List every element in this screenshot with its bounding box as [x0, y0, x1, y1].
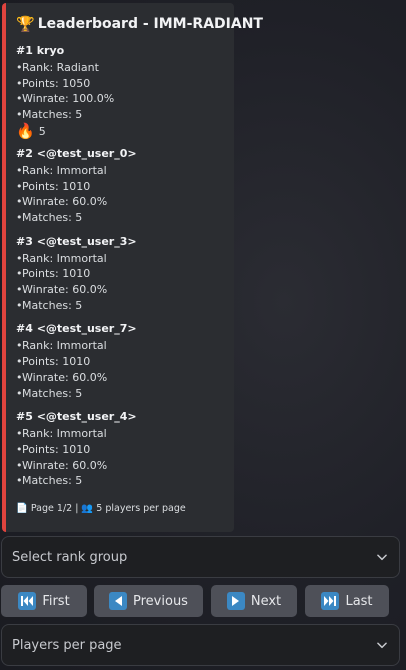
player-stat: •Points: 1050	[16, 76, 91, 90]
first-page-button[interactable]: First	[1, 585, 87, 617]
player-points: Points: 1010	[22, 442, 91, 456]
player-entry-3: #3 <@test_user_3> •Rank: Immortal •Point…	[16, 234, 224, 314]
player-winrate: Winrate: 60.0%	[22, 458, 108, 472]
pagination-buttons: First Previous Next Last	[1, 585, 403, 617]
player-rank: Rank: Immortal	[22, 163, 107, 177]
player-matches: Matches: 5	[22, 298, 83, 312]
player-name: #4 <@test_user_7>	[16, 322, 137, 336]
player-stat: •Winrate: 100.0%	[16, 92, 115, 106]
player-winrate: Winrate: 100.0%	[22, 92, 115, 106]
player-stat: •Winrate: 60.0%	[16, 458, 108, 472]
player-rank: Rank: Immortal	[22, 251, 107, 265]
player-winrate: Winrate: 60.0%	[22, 370, 108, 384]
player-points: Points: 1010	[22, 267, 91, 281]
player-stat: •Matches: 5	[16, 474, 83, 488]
player-name: #5 <@test_user_4>	[16, 410, 137, 424]
player-stat: •Rank: Immortal	[16, 163, 107, 177]
player-rank: Rank: Immortal	[22, 427, 107, 441]
players-per-page-placeholder: Players per page	[12, 637, 122, 653]
player-winrate: Winrate: 60.0%	[22, 195, 108, 209]
fire-icon: 🔥	[16, 122, 35, 141]
player-name: #3 <@test_user_3>	[16, 234, 137, 248]
player-entry-1: #1 kryo •Rank: Radiant •Points: 1050 •Wi…	[16, 43, 224, 141]
first-page-icon	[18, 592, 37, 610]
player-rank: Rank: Immortal	[22, 339, 107, 353]
trophy-icon: 🏆	[16, 14, 35, 33]
players-per-page-select[interactable]: Players per page	[1, 624, 400, 666]
player-stat: •Rank: Immortal	[16, 339, 107, 353]
next-page-icon	[226, 592, 245, 610]
rank-group-select-placeholder: Select rank group	[12, 549, 128, 565]
next-page-label: Next	[250, 593, 282, 609]
rank-group-select[interactable]: Select rank group	[1, 536, 400, 578]
chevron-down-icon	[377, 554, 387, 561]
player-stat: •Winrate: 60.0%	[16, 370, 108, 384]
player-points: Points: 1010	[22, 179, 91, 193]
player-stat: •Points: 1010	[16, 442, 91, 456]
player-entry-2: #2 <@test_user_0> •Rank: Immortal •Point…	[16, 146, 224, 226]
first-page-label: First	[42, 593, 70, 609]
streak-row: 🔥 5	[16, 123, 224, 141]
page-icon: 📄	[16, 503, 28, 514]
player-entry-4: #4 <@test_user_7> •Rank: Immortal •Point…	[16, 321, 224, 401]
player-stat: •Points: 1010	[16, 267, 91, 281]
player-stat: •Matches: 5	[16, 298, 83, 312]
footer-text: Page 1/2 | 👥 5 players per page	[30, 503, 186, 514]
player-stat: •Winrate: 60.0%	[16, 283, 108, 297]
player-winrate: Winrate: 60.0%	[22, 283, 108, 297]
player-stat: •Rank: Immortal	[16, 251, 107, 265]
player-name: #1 kryo	[16, 44, 65, 57]
player-rank: Rank: Radiant	[22, 61, 99, 74]
next-page-button[interactable]: Next	[211, 585, 297, 617]
player-stat: •Rank: Radiant	[16, 61, 99, 74]
last-page-label: Last	[345, 593, 373, 609]
player-matches: Matches: 5	[22, 210, 83, 224]
embed-title: Leaderboard - IMM-RADIANT	[37, 16, 263, 32]
previous-page-label: Previous	[133, 593, 188, 609]
player-points: Points: 1010	[22, 355, 91, 369]
embed-title-row: 🏆 Leaderboard - IMM-RADIANT	[16, 14, 263, 34]
player-points: Points: 1050	[22, 76, 91, 90]
player-stat: •Matches: 5	[16, 386, 83, 400]
streak-count: 5	[38, 125, 46, 139]
player-stat: •Matches: 5	[16, 108, 83, 122]
embed-footer: 📄 Page 1/2 | 👥 5 players per page	[16, 503, 186, 514]
player-stat: •Matches: 5	[16, 210, 83, 224]
player-matches: Matches: 5	[22, 386, 83, 400]
player-name: #2 <@test_user_0>	[16, 146, 137, 160]
player-stat: •Winrate: 60.0%	[16, 195, 108, 209]
player-matches: Matches: 5	[22, 108, 83, 122]
player-stat: •Points: 1010	[16, 355, 91, 369]
player-entry-5: #5 <@test_user_4> •Rank: Immortal •Point…	[16, 409, 224, 489]
last-page-button[interactable]: Last	[305, 585, 389, 617]
chevron-down-icon	[377, 642, 387, 649]
player-stat: •Points: 1010	[16, 179, 91, 193]
player-matches: Matches: 5	[22, 474, 83, 488]
previous-page-button[interactable]: Previous	[94, 585, 203, 617]
last-page-icon	[321, 592, 340, 610]
player-stat: •Rank: Immortal	[16, 427, 107, 441]
previous-page-icon	[109, 592, 128, 610]
leaderboard-embed: 🏆 Leaderboard - IMM-RADIANT #1 kryo •Ran…	[2, 3, 263, 532]
